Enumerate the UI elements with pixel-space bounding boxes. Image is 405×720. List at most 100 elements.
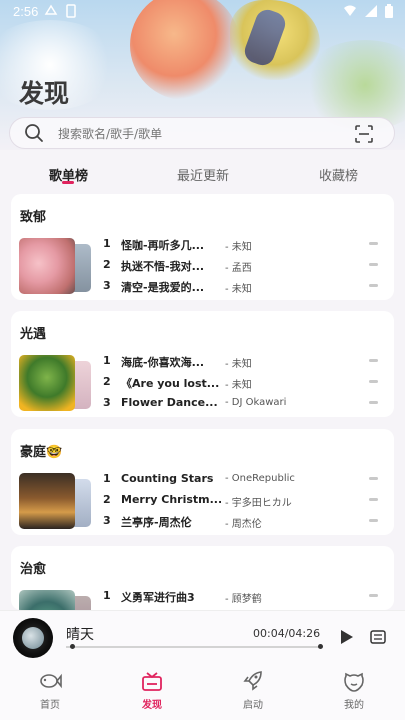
search-icon[interactable] — [24, 123, 44, 143]
track-rank: 1 — [103, 589, 111, 602]
track-rank: 3 — [103, 514, 111, 527]
progress-end-dot — [318, 644, 323, 649]
track-handle[interactable] — [369, 594, 378, 597]
playback-time: 00:04/04:26 — [253, 627, 321, 640]
nav-label: 首页 — [40, 700, 60, 711]
track-handle[interactable] — [369, 242, 378, 245]
nav-mine[interactable]: 我的 — [324, 670, 384, 711]
track-row[interactable]: 1 怪咖-再听多几... - 未知 — [103, 234, 393, 255]
search-input[interactable] — [58, 123, 338, 145]
track-row[interactable]: 3 清空-是我爱的... - 未知 — [103, 276, 393, 297]
search-bar[interactable] — [9, 117, 395, 149]
track-handle[interactable] — [369, 284, 378, 287]
tab-bar: 歌单榜 最近更新 收藏榜 — [0, 160, 405, 190]
nav-label: 发现 — [142, 700, 162, 711]
face-icon — [344, 672, 364, 692]
track-title: Flower Dance... — [121, 396, 218, 409]
playlist-card[interactable]: 光遇 1 海底-你喜欢海... - 未知 2 《Are you lost... … — [11, 311, 394, 417]
track-artist: - 未知 — [225, 380, 252, 391]
nav-home[interactable]: 首页 — [20, 670, 80, 711]
track-row[interactable]: 2 执迷不悟-我对... - 孟西 — [103, 255, 393, 276]
progress-bar[interactable] — [66, 644, 323, 649]
track-row[interactable]: 3 Flower Dance... - DJ Okawari — [103, 393, 393, 414]
sim-icon — [66, 4, 76, 18]
track-title: 怪咖-再听多几... — [121, 239, 205, 252]
track-handle[interactable] — [369, 519, 378, 522]
battery-icon — [385, 4, 393, 18]
track-rank: 2 — [103, 375, 111, 388]
track-row[interactable]: 3 兰亭序-周杰伦 - 周杰伦 — [103, 511, 393, 532]
mini-player[interactable]: 晴天 00:04/04:26 — [0, 610, 405, 662]
track-artist: - 未知 — [225, 284, 252, 295]
track-handle[interactable] — [369, 359, 378, 362]
status-time: 2:56 — [13, 4, 39, 19]
track-title: 《Are you lost... — [121, 377, 220, 390]
nav-discover[interactable]: 发现 — [122, 670, 182, 711]
track-title: 兰亭序-周杰伦 — [121, 516, 192, 529]
track-title: 义勇军进行曲3 — [121, 591, 195, 604]
nav-label: 我的 — [344, 700, 364, 711]
now-playing-title: 晴天 — [66, 627, 94, 643]
track-artist: - 孟西 — [225, 263, 252, 274]
track-artist: - 宇多田ヒカル — [225, 498, 292, 509]
track-rank: 3 — [103, 279, 111, 292]
tab-favorites[interactable]: 收藏榜 — [319, 165, 358, 184]
track-title: Merry Christm... — [121, 493, 221, 506]
track-rank: 2 — [103, 493, 111, 506]
notification-icon — [44, 4, 58, 15]
wifi-icon — [344, 5, 356, 16]
track-handle[interactable] — [369, 380, 378, 383]
track-row[interactable]: 1 义勇军进行曲3 - 顾梦鹤 — [103, 586, 393, 607]
playlist-cover[interactable] — [19, 473, 91, 529]
track-handle[interactable] — [369, 498, 378, 501]
page-title: 发现 — [19, 79, 70, 108]
playlist-card[interactable]: 治愈 1 义勇军进行曲3 - 顾梦鹤 — [11, 546, 394, 610]
rocket-icon — [243, 671, 262, 691]
track-row[interactable]: 1 海底-你喜欢海... - 未知 — [103, 351, 393, 372]
playlist-card[interactable]: 豪庭🤓 1 Counting Stars - OneRepublic 2 Mer… — [11, 429, 394, 535]
track-artist: - OneRepublic — [225, 473, 295, 484]
track-artist: - 顾梦鹤 — [225, 594, 262, 605]
fish-icon — [40, 673, 62, 689]
signal-icon — [365, 5, 377, 17]
track-row[interactable]: 1 Counting Stars - OneRepublic — [103, 469, 393, 490]
progress-knob[interactable] — [70, 644, 76, 649]
playlist-cover[interactable] — [19, 590, 91, 610]
track-rank: 1 — [103, 472, 111, 485]
gift-box-icon — [142, 672, 162, 691]
nav-label: 启动 — [243, 700, 263, 711]
track-handle[interactable] — [369, 477, 378, 480]
status-bar: 2:56 — [0, 0, 405, 24]
playlist-card[interactable]: 致郁 1 怪咖-再听多几... - 未知 2 执迷不悟-我对... - 孟西 3… — [11, 194, 394, 300]
track-artist: - DJ Okawari — [225, 397, 287, 408]
track-title: 清空-是我爱的... — [121, 281, 205, 294]
track-artist: - 未知 — [225, 242, 252, 253]
playlist-cover[interactable] — [19, 238, 91, 294]
track-title: Counting Stars — [121, 472, 214, 485]
play-icon[interactable] — [340, 629, 354, 645]
track-title: 海底-你喜欢海... — [121, 356, 205, 369]
track-rank: 1 — [103, 237, 111, 250]
track-handle[interactable] — [369, 401, 378, 404]
bottom-nav: 首页 发现 启动 我的 — [0, 662, 405, 720]
track-artist: - 周杰伦 — [225, 519, 262, 530]
playlist-icon[interactable] — [370, 630, 386, 644]
track-rank: 1 — [103, 354, 111, 367]
nav-launch[interactable]: 启动 — [223, 670, 283, 711]
track-artist: - 未知 — [225, 359, 252, 370]
track-rank: 3 — [103, 396, 111, 409]
tab-recent[interactable]: 最近更新 — [177, 165, 229, 184]
scan-icon[interactable] — [354, 124, 374, 144]
track-title: 执迷不悟-我对... — [121, 260, 205, 273]
playlist-title: 豪庭🤓 — [20, 445, 63, 460]
track-row[interactable]: 2 Merry Christm... - 宇多田ヒカル — [103, 490, 393, 511]
playlist-title: 治愈 — [20, 562, 47, 577]
playlist-title: 致郁 — [20, 210, 47, 225]
track-handle[interactable] — [369, 263, 378, 266]
playlist-title: 光遇 — [20, 327, 47, 342]
playlist-cover[interactable] — [19, 355, 91, 411]
track-row[interactable]: 2 《Are you lost... - 未知 — [103, 372, 393, 393]
track-rank: 2 — [103, 258, 111, 271]
tab-active-indicator — [62, 181, 74, 184]
album-disc[interactable] — [13, 618, 53, 658]
